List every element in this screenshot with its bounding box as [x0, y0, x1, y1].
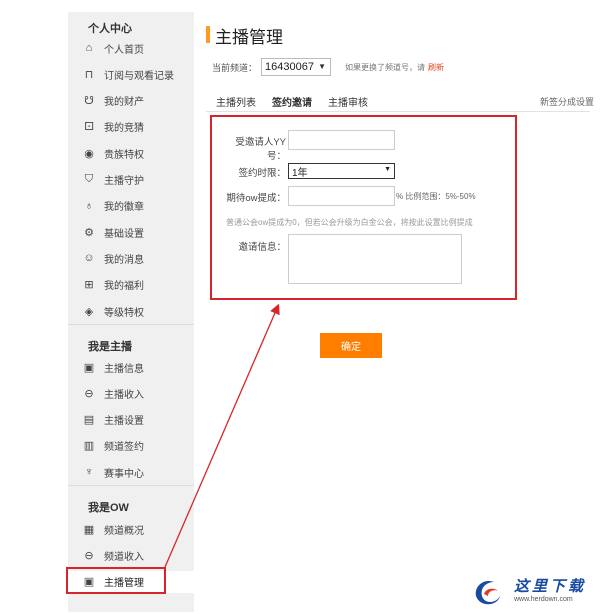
id-card-icon: ▣: [83, 361, 95, 374]
sidebar-item-bookmark[interactable]: ⊓ 订阅与观看记录: [68, 63, 194, 85]
sidebar-item-label: 我的竞猜: [104, 123, 144, 135]
tab-divider: [206, 111, 590, 112]
sidebar-item-label: 频道概况: [104, 525, 144, 537]
channel-hint: 如果更换了频道号，请 刷新: [345, 62, 444, 73]
sidebar-item-id-card[interactable]: ▣ 主播信息: [68, 356, 194, 378]
bookmark-icon: ⊓: [84, 68, 94, 81]
sidebar-item-label: 等级特权: [104, 307, 144, 319]
sidebar-item-dice[interactable]: ⚀ 我的竞猜: [68, 116, 194, 138]
tab-bar: 主播列表 签约邀请 主播审核: [216, 94, 384, 117]
money-bag-icon: ☋: [84, 95, 94, 108]
sidebar-item-label: 我的消息: [104, 254, 144, 266]
term-label: 签约时限：: [238, 168, 286, 179]
watermark-url: www.herdown.com: [514, 596, 573, 603]
section-anchor: 我是主播: [88, 341, 132, 353]
gift-icon: ⊞: [84, 279, 94, 292]
sidebar-item-gear[interactable]: ⚙ 基础设置: [68, 221, 194, 243]
sidebar-item-label: 贵族特权: [104, 149, 144, 161]
tab-anchor-review[interactable]: 主播审核: [328, 94, 368, 117]
sidebar-item-user-settings[interactable]: ▤ 主播设置: [68, 409, 194, 431]
gear-icon: ⚙: [84, 226, 94, 239]
user-settings-icon: ▤: [83, 414, 95, 427]
channel-income-icon: ⊖: [84, 549, 94, 562]
chevron-down-icon: ▼: [384, 166, 391, 173]
channel-select[interactable]: 16430067 ▼: [261, 58, 332, 76]
confirm-button[interactable]: 确定: [320, 333, 382, 358]
sidebar-item-label: 我的财产: [104, 97, 144, 109]
contract-icon: ▥: [83, 440, 95, 453]
home-icon: ⌂: [85, 42, 93, 54]
ow-range-hint: % 比例范围：5%-50%: [396, 192, 476, 201]
page-title: 主播管理: [215, 28, 283, 47]
ow-commission-input[interactable]: [288, 186, 395, 206]
section-ow: 我是OW: [88, 502, 129, 514]
message-label: 邀请信息：: [238, 242, 286, 253]
message-icon: ☺: [83, 252, 95, 265]
term-value: 1年: [292, 167, 308, 179]
invitee-yy-input[interactable]: [288, 130, 395, 150]
sidebar-item-label: 我的徽章: [104, 202, 144, 214]
sidebar-divider: [68, 485, 194, 486]
shield-icon: ⛉: [84, 173, 94, 185]
channel-label: 当前频道：: [212, 62, 258, 73]
channel-hint-text: 如果更换了频道号，请: [345, 62, 426, 72]
new-share-setting-link[interactable]: 新签分成设置: [540, 95, 594, 108]
message-textarea[interactable]: [288, 234, 462, 284]
tab-anchor-list[interactable]: 主播列表: [216, 94, 256, 117]
sidebar-item-gift[interactable]: ⊞ 我的福利: [68, 274, 194, 296]
sidebar: 个人中心 ⌂ 个人首页 ⊓ 订阅与观看记录 ☋ 我的财产 ⚀ 我的竞猜 ◉ 贵族特权 ⛉ 主播守护 ♁ 我…: [68, 12, 194, 612]
sidebar-item-channel-income[interactable]: ⊖ 频道收入: [68, 544, 194, 566]
dice-icon: ⚀: [84, 121, 94, 134]
medal-icon: ♁: [84, 199, 94, 212]
diamond-icon: ◈: [84, 305, 94, 318]
channel-row: 当前频道： 16430067 ▼ 如果更换了频道号，请 刷新: [212, 58, 444, 76]
sidebar-item-income[interactable]: ⊖ 主播收入: [68, 382, 194, 404]
sidebar-divider: [68, 324, 194, 325]
sidebar-item-shield[interactable]: ⛉ 主播守护: [68, 169, 194, 191]
term-select[interactable]: 1年 ▼: [288, 163, 395, 179]
sidebar-item-money-bag[interactable]: ☋ 我的财产: [68, 90, 194, 112]
sidebar-highlight-box: [66, 567, 166, 594]
watermark-text: 这里下载: [514, 577, 587, 595]
chevron-down-icon: ▼: [318, 62, 327, 71]
sidebar-item-overview[interactable]: ▦ 频道概况: [68, 518, 194, 540]
title-accent-bar: [206, 26, 210, 43]
sidebar-item-trophy[interactable]: ♆ 赛事中心: [68, 461, 194, 483]
noble-badge-icon: ◉: [84, 147, 94, 160]
income-icon: ⊖: [84, 387, 94, 400]
sidebar-item-label: 我的福利: [104, 281, 144, 293]
sidebar-item-medal[interactable]: ♁ 我的徽章: [68, 195, 194, 217]
tab-sign-invite[interactable]: 签约邀请: [272, 94, 312, 117]
sidebar-item-label: 基础设置: [104, 228, 144, 240]
invitee-label: 受邀请人YY号：: [235, 137, 286, 162]
swirl-logo-icon: [475, 580, 500, 605]
sidebar-item-label: 赛事中心: [104, 468, 144, 480]
sidebar-item-diamond[interactable]: ◈ 等级特权: [68, 300, 194, 322]
trophy-icon: ♆: [84, 466, 94, 479]
ow-commission-label: 期待ow提成：: [226, 193, 286, 204]
sidebar-item-label: 频道收入: [104, 551, 144, 563]
sidebar-item-label: 个人首页: [104, 44, 144, 56]
overview-icon: ▦: [83, 523, 95, 536]
sidebar-item-label: 主播设置: [104, 416, 144, 428]
sidebar-item-label: 主播收入: [104, 389, 144, 401]
sidebar-item-contract[interactable]: ▥ 频道签约: [68, 435, 194, 457]
sidebar-item-noble-badge[interactable]: ◉ 贵族特权: [68, 142, 194, 164]
sidebar-item-message[interactable]: ☺ 我的消息: [68, 247, 194, 269]
sidebar-item-label: 频道签约: [104, 442, 144, 454]
sidebar-item-home[interactable]: ⌂ 个人首页: [68, 37, 194, 59]
sidebar-item-label: 主播信息: [104, 363, 144, 375]
sidebar-item-label: 订阅与观看记录: [104, 70, 174, 82]
refresh-link[interactable]: 刷新: [428, 63, 444, 72]
section-personal-center: 个人中心: [88, 23, 132, 35]
ow-note: 普通公会ow提成为0，但若公会升级为白金公会，将按此设置比例提成: [226, 218, 473, 227]
watermark-logo: 这里下载 www.herdown.com: [470, 572, 594, 610]
sidebar-item-label: 主播守护: [104, 176, 144, 187]
channel-value: 16430067: [265, 61, 314, 73]
